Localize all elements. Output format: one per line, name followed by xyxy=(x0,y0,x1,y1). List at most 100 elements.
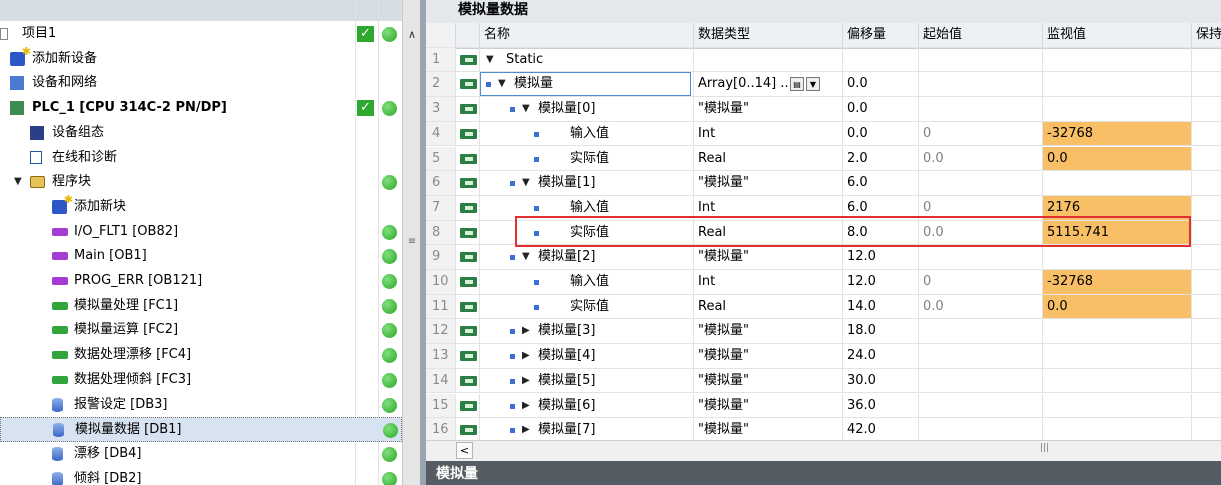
name-cell[interactable]: 输入值 xyxy=(480,195,694,221)
tree-item[interactable]: 报警设定 [DB3] xyxy=(0,393,402,418)
data-type-cell[interactable]: "模拟量" xyxy=(694,245,843,270)
name-cell[interactable]: ▶ 模拟量[3] xyxy=(480,319,694,345)
table-horizontal-scrollbar[interactable]: < ||| xyxy=(426,440,1221,461)
start-value-cell[interactable] xyxy=(919,245,1043,270)
data-type-cell[interactable]: "模拟量" xyxy=(694,344,843,369)
retain-cell[interactable] xyxy=(1192,394,1221,419)
start-value-cell[interactable] xyxy=(919,171,1043,196)
table-row[interactable]: 12 ▶ 模拟量[3] "模拟量" 18.0 xyxy=(426,319,1221,345)
tree-item[interactable]: 在线和诊断 xyxy=(0,146,402,171)
retain-cell[interactable] xyxy=(1192,319,1221,345)
table-row[interactable]: 3 ▼ 模拟量[0] "模拟量" 0.0 xyxy=(426,97,1221,122)
scroll-left-icon[interactable]: < xyxy=(456,442,473,459)
tree-item[interactable]: Main [OB1] xyxy=(0,244,402,269)
tree-item[interactable]: 设备组态 xyxy=(0,121,402,146)
start-value-cell[interactable] xyxy=(919,368,1043,394)
retain-cell[interactable] xyxy=(1192,221,1221,246)
table-row[interactable]: 11 实际值 Real 14.0 0.0 0.0 xyxy=(426,294,1221,320)
scroll-up-icon[interactable]: ∧ xyxy=(404,27,420,43)
data-type-cell[interactable]: "模拟量" xyxy=(694,368,843,394)
start-value-cell[interactable]: 0.0 xyxy=(919,220,1043,246)
type-browse-icon[interactable]: ▤ xyxy=(790,77,804,92)
retain-cell[interactable] xyxy=(1192,245,1221,270)
name-cell[interactable]: 输入值 xyxy=(480,270,694,295)
data-type-cell[interactable]: Int xyxy=(694,195,843,221)
retain-cell[interactable] xyxy=(1192,344,1221,369)
tree-item[interactable]: PLC_1 [CPU 314C-2 PN/DP] ✓ xyxy=(0,96,402,121)
header-offset[interactable]: 偏移量 xyxy=(843,23,919,48)
start-value-cell[interactable]: 0 xyxy=(919,270,1043,295)
name-edit-box[interactable] xyxy=(480,72,691,97)
name-cell[interactable]: ▼ 模拟量[1] xyxy=(480,171,694,196)
start-value-cell[interactable] xyxy=(919,47,1043,73)
header-start-value[interactable]: 起始值 xyxy=(919,23,1043,48)
data-type-cell[interactable]: "模拟量" xyxy=(694,171,843,196)
retain-cell[interactable] xyxy=(1192,196,1221,221)
name-cell[interactable]: 实际值 xyxy=(480,146,694,172)
table-row[interactable]: 7 输入值 Int 6.0 0 2176 xyxy=(426,195,1221,221)
start-value-cell[interactable]: 0 xyxy=(919,121,1043,147)
type-dropdown-icon[interactable]: ▼ xyxy=(806,77,820,92)
expand-arrow-icon[interactable]: ▶ xyxy=(522,394,530,418)
retain-cell[interactable] xyxy=(1192,97,1221,122)
table-row[interactable]: 1 ▼ Static xyxy=(426,47,1221,73)
collapse-arrow-icon[interactable]: ▼ xyxy=(498,72,506,96)
expand-arrow-icon[interactable]: ▶ xyxy=(522,344,530,368)
collapse-arrow-icon[interactable]: ▼ xyxy=(486,48,494,72)
tree-item[interactable]: 倾斜 [DB2] xyxy=(0,467,402,485)
expand-arrow-icon[interactable]: ▼ xyxy=(14,170,22,195)
data-type-cell[interactable]: Real xyxy=(694,294,843,320)
table-row[interactable]: 10 输入值 Int 12.0 0 -32768 xyxy=(426,270,1221,295)
header-monitor-value[interactable]: 监视值 xyxy=(1043,23,1192,48)
tree-scrollbar[interactable]: ∧ ≡ xyxy=(402,0,421,485)
retain-cell[interactable] xyxy=(1192,270,1221,295)
tree-item[interactable]: I/O_FLT1 [OB82] xyxy=(0,220,402,245)
table-row[interactable]: 15 ▶ 模拟量[6] "模拟量" 36.0 xyxy=(426,393,1221,419)
start-value-cell[interactable] xyxy=(919,319,1043,345)
expand-arrow-icon[interactable]: ▶ xyxy=(522,319,530,343)
header-data-type[interactable]: 数据类型 xyxy=(694,23,843,48)
tree-item[interactable]: 添加新块 xyxy=(0,194,402,220)
table-row[interactable]: 13 ▶ 模拟量[4] "模拟量" 24.0 xyxy=(426,344,1221,369)
start-value-cell[interactable] xyxy=(919,393,1043,419)
collapse-arrow-icon[interactable]: ▼ xyxy=(522,245,530,269)
splitter-grip-icon[interactable]: ≡ xyxy=(405,236,419,247)
retain-cell[interactable] xyxy=(1192,147,1221,172)
table-row[interactable]: 5 实际值 Real 2.0 0.0 0.0 xyxy=(426,146,1221,172)
table-row[interactable]: 2 ▼ 模拟量 Array[0..14] ... ▤ ▼ 0.0 xyxy=(426,72,1221,98)
data-type-cell[interactable]: Int xyxy=(694,270,843,295)
name-cell[interactable]: ▶ 模拟量[6] xyxy=(480,393,694,419)
data-type-cell[interactable]: Real xyxy=(694,220,843,246)
name-cell[interactable]: 实际值 xyxy=(480,220,694,246)
data-type-cell[interactable]: "模拟量" xyxy=(694,393,843,419)
tree-item[interactable]: 模拟量处理 [FC1] xyxy=(0,294,402,319)
name-cell[interactable]: ▼ Static xyxy=(480,47,694,73)
data-type-cell[interactable] xyxy=(694,47,843,73)
tree-item[interactable]: 模拟量数据 [DB1] xyxy=(0,417,402,442)
start-value-cell[interactable]: 0 xyxy=(919,195,1043,221)
data-type-cell[interactable]: "模拟量" xyxy=(694,97,843,122)
retain-cell[interactable] xyxy=(1192,122,1221,147)
retain-cell[interactable] xyxy=(1192,48,1221,73)
table-row[interactable]: 8 实际值 Real 8.0 0.0 5115.741 xyxy=(426,220,1221,246)
table-row[interactable]: 9 ▼ 模拟量[2] "模拟量" 12.0 xyxy=(426,245,1221,270)
table-row[interactable]: 14 ▶ 模拟量[5] "模拟量" 30.0 xyxy=(426,368,1221,394)
data-type-cell[interactable]: Real xyxy=(694,146,843,172)
data-type-cell[interactable]: Int xyxy=(694,121,843,147)
header-name[interactable]: 名称 xyxy=(480,23,694,48)
tree-item[interactable]: 数据处理漂移 [FC4] xyxy=(0,343,402,368)
data-type-cell[interactable]: Array[0..14] ... ▤ ▼ xyxy=(694,72,843,98)
tree-item[interactable]: 漂移 [DB4] xyxy=(0,442,402,467)
table-row[interactable]: 6 ▼ 模拟量[1] "模拟量" 6.0 xyxy=(426,171,1221,196)
name-cell[interactable]: 实际值 xyxy=(480,294,694,320)
collapse-arrow-icon[interactable]: ▼ xyxy=(522,171,530,195)
expand-arrow-icon[interactable]: ▶ xyxy=(522,369,530,393)
collapse-arrow-icon[interactable]: ▼ xyxy=(522,97,530,121)
name-cell[interactable]: ▼ 模拟量[0] xyxy=(480,97,694,122)
retain-cell[interactable] xyxy=(1192,295,1221,320)
start-value-cell[interactable]: 0.0 xyxy=(919,146,1043,172)
retain-cell[interactable] xyxy=(1192,72,1221,98)
name-cell[interactable]: 输入值 xyxy=(480,121,694,147)
start-value-cell[interactable]: 0.0 xyxy=(919,294,1043,320)
start-value-cell[interactable] xyxy=(919,344,1043,369)
